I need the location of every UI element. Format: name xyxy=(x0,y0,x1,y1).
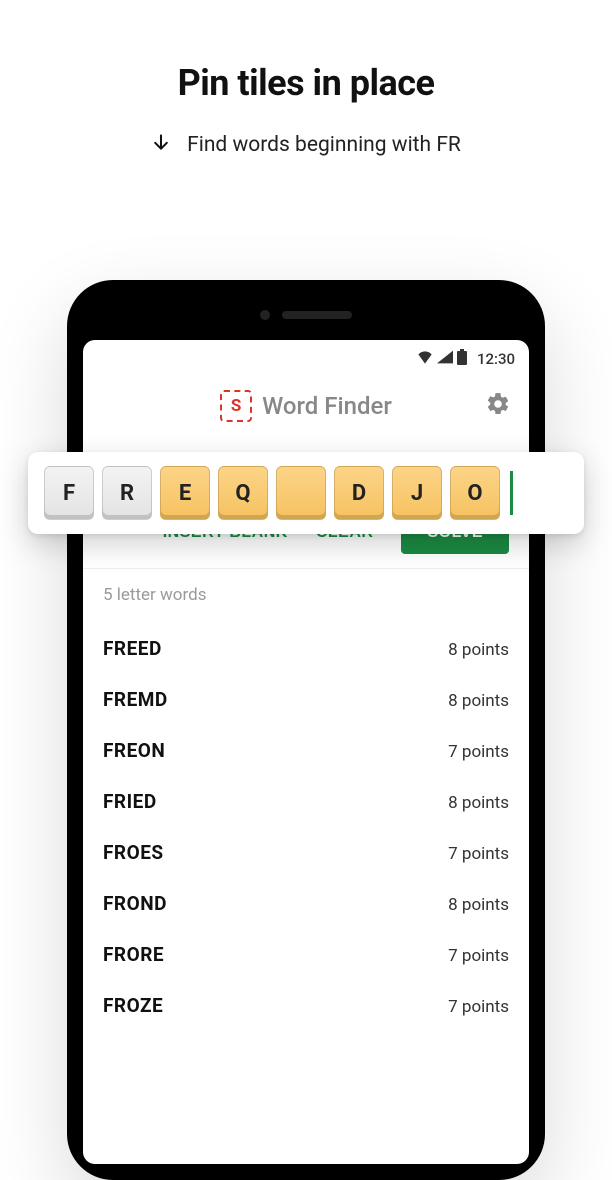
result-row[interactable]: FREMD 8 points xyxy=(103,674,509,725)
result-word: FRIED xyxy=(103,790,157,813)
status-time: 12:30 xyxy=(477,350,515,368)
app-title: Word Finder xyxy=(262,392,392,420)
result-row[interactable]: FROES 7 points xyxy=(103,827,509,878)
result-points: 8 points xyxy=(448,691,509,711)
result-row[interactable]: FREON 7 points xyxy=(103,725,509,776)
result-points: 7 points xyxy=(448,844,509,864)
tile-blank[interactable] xyxy=(276,466,326,520)
result-points: 7 points xyxy=(448,997,509,1017)
tile-tray[interactable]: FREQ DJO xyxy=(28,452,584,534)
result-points: 8 points xyxy=(448,895,509,915)
battery-icon xyxy=(457,349,467,369)
app-logo-icon: S xyxy=(220,390,252,422)
tile-e[interactable]: E xyxy=(160,466,210,520)
result-word: FRORE xyxy=(103,943,164,966)
result-row[interactable]: FRORE 7 points xyxy=(103,929,509,980)
result-points: 8 points xyxy=(448,640,509,660)
result-points: 8 points xyxy=(448,793,509,813)
arrow-down-icon xyxy=(151,132,171,158)
tile-q[interactable]: Q xyxy=(218,466,268,520)
page-subhead: Find words beginning with FR xyxy=(0,132,612,158)
result-word: FREMD xyxy=(103,688,168,711)
page-headline: Pin tiles in place xyxy=(0,62,612,104)
phone-frame: 12:30 S Word Finder INSERT BLANK CLEAR S… xyxy=(67,280,545,1180)
results-section-label: 5 letter words xyxy=(103,585,509,605)
result-word: FROZE xyxy=(103,994,163,1017)
tile-d[interactable]: D xyxy=(334,466,384,520)
result-word: FREED xyxy=(103,637,162,660)
tile-j[interactable]: J xyxy=(392,466,442,520)
result-row[interactable]: FREED 8 points xyxy=(103,623,509,674)
phone-sensor xyxy=(260,310,352,320)
signal-icon xyxy=(437,350,453,368)
text-cursor xyxy=(510,471,513,515)
status-bar: 12:30 xyxy=(83,340,529,378)
app-header: S Word Finder xyxy=(83,378,529,434)
subhead-text: Find words beginning with FR xyxy=(187,133,461,157)
wifi-icon xyxy=(417,350,433,368)
result-points: 7 points xyxy=(448,946,509,966)
results-list[interactable]: 5 letter words FREED 8 points FREMD 8 point… xyxy=(83,569,529,1164)
result-word: FREON xyxy=(103,739,165,762)
result-row[interactable]: FROZE 7 points xyxy=(103,980,509,1031)
result-row[interactable]: FROND 8 points xyxy=(103,878,509,929)
tile-r[interactable]: R xyxy=(102,466,152,520)
result-points: 7 points xyxy=(448,742,509,762)
result-row[interactable]: FRIED 8 points xyxy=(103,776,509,827)
gear-icon[interactable] xyxy=(485,391,511,421)
tile-o[interactable]: O xyxy=(450,466,500,520)
result-word: FROES xyxy=(103,841,164,864)
tile-f[interactable]: F xyxy=(44,466,94,520)
result-word: FROND xyxy=(103,892,167,915)
